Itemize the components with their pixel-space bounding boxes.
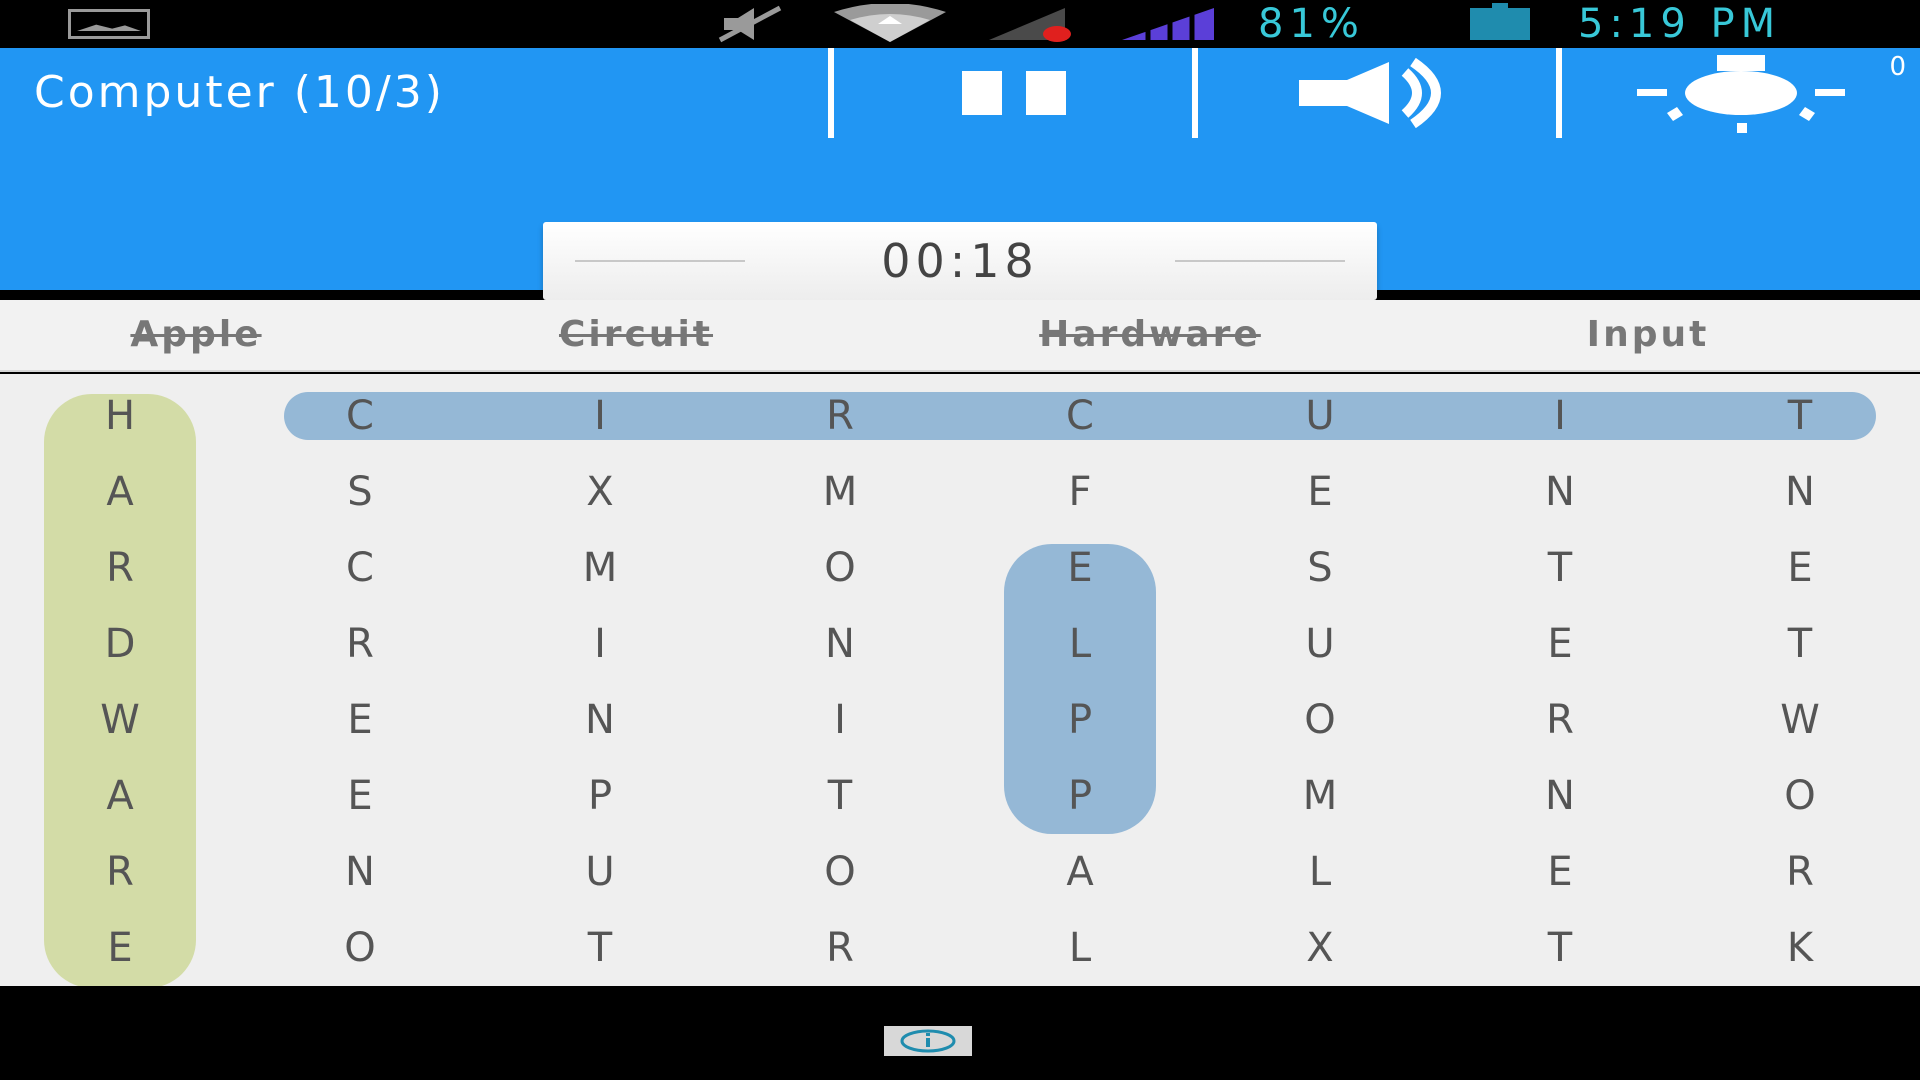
grid-cell[interactable]: A <box>50 766 190 826</box>
word-item-input: Input <box>1586 314 1710 355</box>
word-item-apple: Apple <box>130 314 262 355</box>
grid-cell[interactable]: A <box>50 462 190 522</box>
info-icon <box>900 1029 956 1053</box>
grid-cell[interactable]: I <box>770 690 910 750</box>
sound-icon <box>1299 58 1441 128</box>
hint-count: 0 <box>1889 52 1906 82</box>
pause-icon <box>962 71 1066 115</box>
gallery-icon <box>68 9 150 39</box>
grid-cell[interactable]: L <box>1010 614 1150 674</box>
grid-cell[interactable]: F <box>1010 462 1150 522</box>
clock: 5:19 PM <box>1578 1 1782 47</box>
wifi-icon <box>830 0 950 48</box>
mute-icon <box>710 0 790 48</box>
hint-bulb-icon <box>1637 55 1845 133</box>
grid-cell[interactable]: O <box>770 842 910 902</box>
grid-cell[interactable]: H <box>50 386 190 446</box>
grid-cell[interactable]: C <box>1010 386 1150 446</box>
grid-cell[interactable]: E <box>290 766 430 826</box>
grid-cell[interactable]: T <box>1730 614 1870 674</box>
grid-cell[interactable]: L <box>1250 842 1390 902</box>
grid-cell[interactable]: N <box>770 614 910 674</box>
signal-icon <box>1118 0 1218 48</box>
grid-cell[interactable]: M <box>770 462 910 522</box>
grid-cell[interactable]: U <box>530 842 670 902</box>
grid-cell[interactable]: S <box>290 462 430 522</box>
grid-cell[interactable]: E <box>1250 462 1390 522</box>
grid-cell[interactable]: R <box>1490 690 1630 750</box>
grid-cell[interactable]: N <box>530 690 670 750</box>
grid-cell[interactable]: U <box>1250 386 1390 446</box>
word-item-circuit: Circuit <box>558 314 714 355</box>
grid-cell[interactable]: R <box>50 538 190 598</box>
grid-cell[interactable]: R <box>770 918 910 978</box>
grid-cell[interactable]: C <box>290 386 430 446</box>
status-bar: 81% 5:19 PM <box>0 0 1920 48</box>
grid-cell[interactable]: T <box>1490 538 1630 598</box>
letter-grid[interactable]: HCIRCUITASXMFENNRCMOESTEDRINLUETWENIPORW… <box>0 374 1920 988</box>
word-item-hardware: Hardware <box>1039 314 1261 355</box>
grid-cell[interactable]: E <box>50 918 190 978</box>
battery-percent: 81% <box>1258 1 1365 47</box>
info-button[interactable] <box>884 1026 972 1056</box>
sound-button[interactable] <box>1198 48 1560 138</box>
battery-icon <box>1470 0 1532 48</box>
grid-cell[interactable]: W <box>1730 690 1870 750</box>
grid-cell[interactable]: R <box>1730 842 1870 902</box>
signal-roaming-icon <box>985 0 1085 48</box>
grid-cell[interactable]: O <box>290 918 430 978</box>
grid-cell[interactable]: E <box>1490 614 1630 674</box>
grid-cell[interactable]: C <box>290 538 430 598</box>
bottom-bar <box>0 986 1920 1080</box>
grid-cell[interactable]: I <box>1490 386 1630 446</box>
grid-cell[interactable]: I <box>530 386 670 446</box>
grid-cell[interactable]: E <box>1730 538 1870 598</box>
grid-cell[interactable]: O <box>1250 690 1390 750</box>
grid-cell[interactable]: O <box>770 538 910 598</box>
grid-cell[interactable]: L <box>1010 918 1150 978</box>
grid-cell[interactable]: R <box>290 614 430 674</box>
grid-cell[interactable]: N <box>1730 462 1870 522</box>
grid-cell[interactable]: M <box>530 538 670 598</box>
grid-cell[interactable]: M <box>1250 766 1390 826</box>
timer-display: 00:18 <box>881 234 1039 288</box>
pause-button[interactable] <box>834 48 1194 138</box>
grid-cell[interactable]: W <box>50 690 190 750</box>
grid-cell[interactable]: T <box>1730 386 1870 446</box>
grid-cell[interactable]: T <box>770 766 910 826</box>
grid-cell[interactable]: T <box>530 918 670 978</box>
grid-cell[interactable]: K <box>1730 918 1870 978</box>
grid-cell[interactable]: N <box>1490 462 1630 522</box>
hint-button[interactable]: 0 <box>1562 48 1920 138</box>
grid-cell[interactable]: E <box>1490 842 1630 902</box>
grid-cell[interactable]: X <box>1250 918 1390 978</box>
grid-cell[interactable]: E <box>1010 538 1150 598</box>
grid-cell[interactable]: R <box>770 386 910 446</box>
grid-cell[interactable]: N <box>1490 766 1630 826</box>
word-list: Apple Circuit Hardware Input <box>0 300 1920 372</box>
grid-cell[interactable]: U <box>1250 614 1390 674</box>
grid-cell[interactable]: P <box>1010 690 1150 750</box>
grid-cell[interactable]: S <box>1250 538 1390 598</box>
grid-cell[interactable]: R <box>50 842 190 902</box>
timer-panel: 00:18 <box>543 222 1377 300</box>
grid-cell[interactable]: D <box>50 614 190 674</box>
grid-cell[interactable]: P <box>530 766 670 826</box>
grid-cell[interactable]: N <box>290 842 430 902</box>
grid-cell[interactable]: O <box>1730 766 1870 826</box>
grid-cell[interactable]: P <box>1010 766 1150 826</box>
grid-cell[interactable]: I <box>530 614 670 674</box>
grid-cell[interactable]: X <box>530 462 670 522</box>
grid-cell[interactable]: T <box>1490 918 1630 978</box>
grid-cell[interactable]: E <box>290 690 430 750</box>
category-title: Computer (10/3) <box>34 67 445 118</box>
grid-cell[interactable]: A <box>1010 842 1150 902</box>
